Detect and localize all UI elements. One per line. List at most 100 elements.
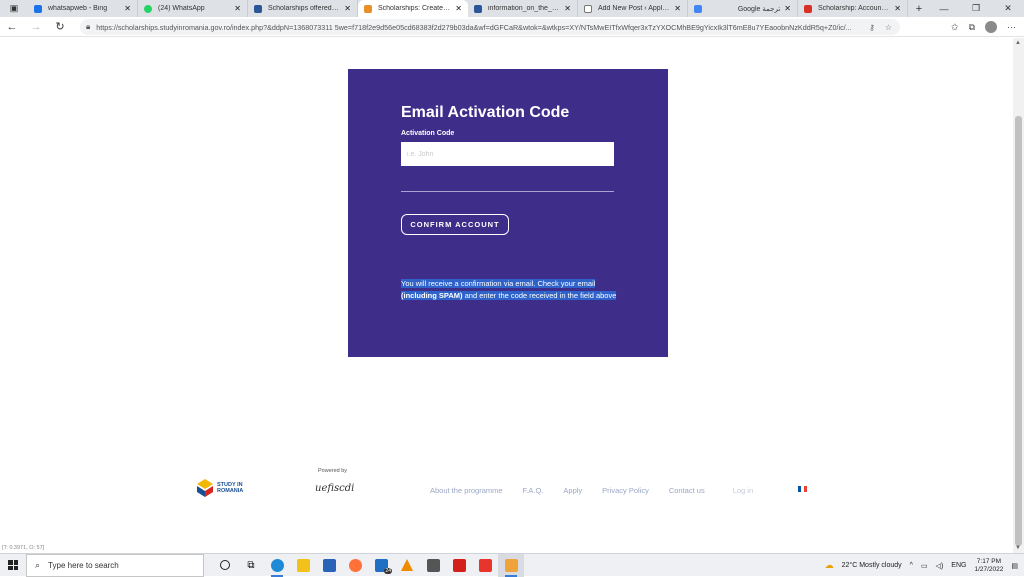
task-view-icon[interactable]: ⧉ <box>238 554 264 577</box>
notice-text-1: You will receive a confirmation via emai… <box>401 279 596 288</box>
avatar[interactable] <box>985 21 997 33</box>
file-explorer-icon[interactable] <box>290 554 316 577</box>
study-in-romania-logo[interactable]: STUDY IN ROMANIA <box>196 478 243 498</box>
activation-card: Email Activation Code Activation Code CO… <box>348 69 668 357</box>
network-icon[interactable]: ▭ <box>921 562 928 570</box>
site-icon <box>364 4 372 13</box>
weather-text[interactable]: 22°C Mostly cloudy <box>842 562 902 569</box>
close-icon[interactable]: ✕ <box>784 4 791 13</box>
scrollbar[interactable]: ▲ ▼ <box>1013 38 1024 553</box>
divider <box>401 191 614 192</box>
tab-label: Scholarship: Account activ <box>818 5 890 12</box>
tab-label: information_on_the_schola <box>488 5 560 12</box>
browser-tab[interactable]: information_on_the_schola ✕ <box>468 0 578 17</box>
word-icon <box>474 4 482 13</box>
clock-time: 7:17 PM <box>976 557 1002 565</box>
close-icon[interactable]: ✕ <box>344 4 351 13</box>
activation-code-label: Activation Code <box>401 130 455 137</box>
back-icon[interactable]: ← <box>0 17 24 37</box>
chevron-up-icon[interactable]: ^ <box>910 562 913 569</box>
browser-tab[interactable]: whatsapweb - Bing ✕ <box>28 0 138 17</box>
browser-tab[interactable]: (24) WhatsApp ✕ <box>138 0 248 17</box>
confirm-account-button[interactable]: CONFIRM ACCOUNT <box>401 214 509 235</box>
weather-icon[interactable]: ☁ <box>825 560 834 571</box>
close-window-icon[interactable]: ✕ <box>992 0 1024 17</box>
notice-text-2: and enter the code received in the field… <box>462 291 617 300</box>
browser-tab-active[interactable]: Scholarships: Create Accou ✕ <box>358 0 468 17</box>
close-icon[interactable]: ✕ <box>564 4 571 13</box>
vlc-icon[interactable] <box>394 554 420 577</box>
close-icon[interactable]: ✕ <box>455 4 462 13</box>
windows-icon <box>8 560 18 570</box>
close-icon[interactable]: ✕ <box>674 4 681 13</box>
whatsapp-icon <box>144 4 152 13</box>
workspaces-icon[interactable]: ▣ <box>0 0 28 17</box>
cortana-icon[interactable] <box>212 554 238 577</box>
store-icon[interactable] <box>316 554 342 577</box>
firefox-icon[interactable] <box>342 554 368 577</box>
scroll-up-icon[interactable]: ▲ <box>1015 40 1021 46</box>
search-icon: ⌕ <box>35 559 41 570</box>
edge-icon[interactable] <box>264 554 290 577</box>
bing-icon <box>34 4 42 13</box>
mail-icon[interactable]: 24 <box>368 554 394 577</box>
footer-link-apply[interactable]: Apply <box>563 486 582 495</box>
refresh-icon[interactable]: ↻ <box>48 17 72 37</box>
logo-text-2: ROMANIA <box>217 488 244 494</box>
close-icon[interactable]: ✕ <box>124 4 131 13</box>
tab-label: Google ترجمة <box>737 5 781 13</box>
favorites-icon[interactable]: ✩ <box>951 22 959 33</box>
clock-date: 1/27/2022 <box>974 565 1004 573</box>
lock-icon[interactable]: 🔒︎ <box>86 22 90 32</box>
new-tab-button[interactable]: + <box>908 0 930 17</box>
footer-link-about[interactable]: About the programme <box>430 486 503 495</box>
notice-bold: (including SPAM) <box>401 291 463 300</box>
translate-icon <box>694 4 702 13</box>
tab-label: Add New Post ‹ Applyen — <box>598 5 670 12</box>
mail-badge: 24 <box>384 567 392 574</box>
start-button[interactable] <box>0 554 26 577</box>
gmail-icon <box>804 4 812 13</box>
browser-tab[interactable]: Google ترجمة ✕ <box>688 0 798 17</box>
browser-toolbar: ← → ↻ 🔒︎ https://scholarships.studyinrom… <box>0 17 1024 37</box>
system-tray: ☁ 22°C Mostly cloudy ^ ▭ ◁) ENG 7:17 PM … <box>825 554 1018 577</box>
language-indicator[interactable]: ENG <box>951 562 966 569</box>
taskbar-search[interactable]: ⌕ Type here to search <box>26 553 204 577</box>
notifications-icon[interactable]: ▤ <box>1011 562 1018 570</box>
screen-recorder-icon[interactable] <box>472 554 498 577</box>
key-icon[interactable]: ⚷ <box>869 23 875 32</box>
clock[interactable]: 7:17 PM 1/27/2022 <box>974 558 1003 574</box>
restore-icon[interactable]: ❐ <box>960 0 992 17</box>
footer-link-faq[interactable]: F.A.Q. <box>523 486 544 495</box>
address-bar[interactable]: 🔒︎ https://scholarships.studyinromania.g… <box>80 19 900 35</box>
browser-tab[interactable]: Scholarships offered by th ✕ <box>248 0 358 17</box>
page-title: Email Activation Code <box>401 104 570 121</box>
window-controls: — ❐ ✕ <box>928 0 1024 17</box>
acrobat-icon[interactable] <box>446 554 472 577</box>
video-editor-icon[interactable] <box>420 554 446 577</box>
more-icon[interactable]: ··· <box>1007 22 1016 32</box>
taskbar: ⌕ Type here to search ⧉ 24 ☁ 22°C Mostly… <box>0 553 1024 577</box>
collections-icon[interactable]: ⧉ <box>969 22 975 33</box>
footer-link-login[interactable]: Log in <box>733 486 753 495</box>
scrollbar-thumb[interactable] <box>1015 116 1022 546</box>
scroll-down-icon[interactable]: ▼ <box>1015 545 1021 551</box>
site-icon <box>254 4 262 13</box>
activation-code-input[interactable] <box>401 142 614 166</box>
url-text: https://scholarships.studyinromania.gov.… <box>96 22 852 32</box>
search-placeholder: Type here to search <box>48 560 119 570</box>
footer-link-contact[interactable]: Contact us <box>669 486 705 495</box>
french-flag-icon[interactable] <box>798 486 807 492</box>
reading-view-icon[interactable]: ☆ <box>885 23 892 32</box>
app-icon[interactable] <box>498 553 524 577</box>
close-icon[interactable]: ✕ <box>234 4 241 13</box>
browser-tab[interactable]: Add New Post ‹ Applyen — ✕ <box>578 0 688 17</box>
minimize-icon[interactable]: — <box>928 0 960 17</box>
uefiscdi-logo[interactable]: uefiscdi <box>315 483 354 494</box>
powered-by-label: Powered by <box>318 468 348 474</box>
browser-tab[interactable]: Scholarship: Account activ ✕ <box>798 0 908 17</box>
footer-link-privacy[interactable]: Privacy Policy <box>602 486 649 495</box>
forward-icon[interactable]: → <box>24 17 48 37</box>
volume-icon[interactable]: ◁) <box>936 562 944 570</box>
close-icon[interactable]: ✕ <box>894 4 901 13</box>
